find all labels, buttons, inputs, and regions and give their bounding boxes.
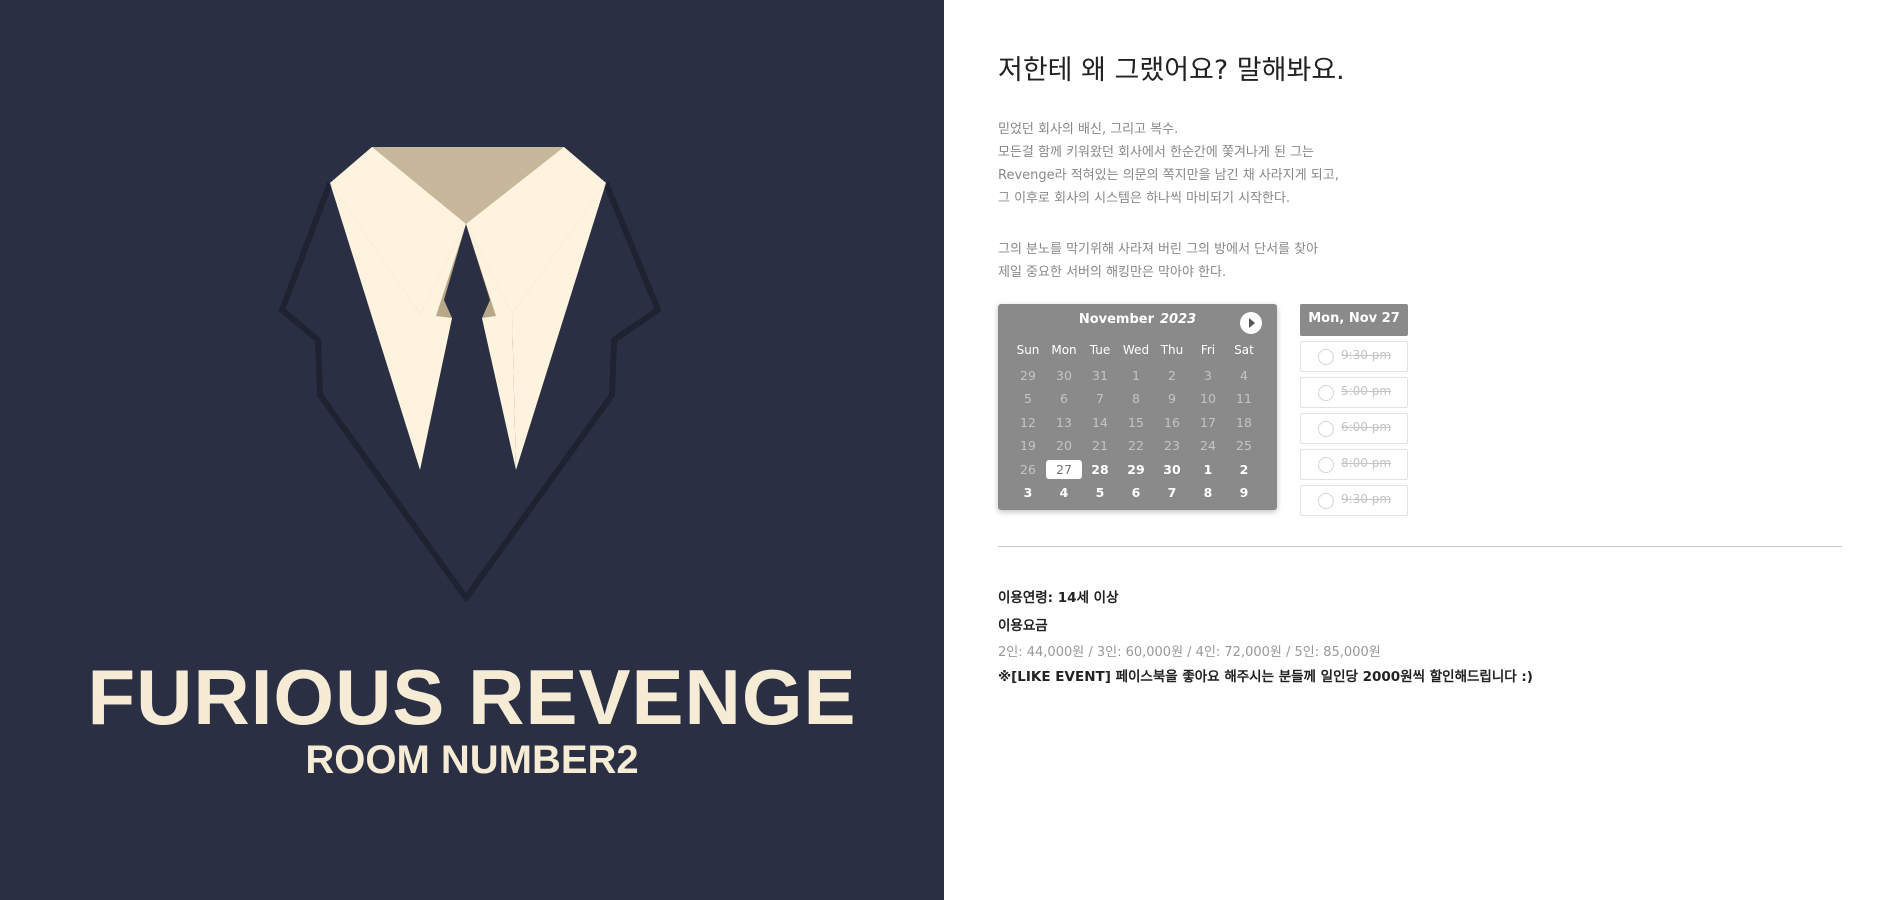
calendar-day-disabled: 18 <box>1236 414 1252 430</box>
calendar-day-disabled: 22 <box>1128 438 1144 453</box>
calendar-day-disabled: 7 <box>1096 391 1104 406</box>
calendar-day-disabled: 19 <box>1020 438 1036 453</box>
calendar-day-disabled: 15 <box>1128 414 1144 430</box>
poster-panel: FURIOUS REVENGE ROOM NUMBER2 <box>0 0 944 900</box>
calendar-day-disabled: 16 <box>1164 414 1180 430</box>
calendar-day[interactable]: 28 <box>1082 458 1118 482</box>
time-slot-panel: Mon, Nov 27 9:30 pm 5:00 pm 6:00 pm 8:00 pm… <box>1300 304 1408 516</box>
calendar-day-disabled: 12 <box>1020 414 1036 430</box>
calendar-day[interactable]: 5 <box>1082 481 1118 505</box>
calendar-grid: Sun Mon Tue Wed Thu Fri Sat 29 30 31 1 2 3 4 5 6 7 8 9 10 11… <box>1010 340 1268 505</box>
headline: 저한테 왜 그랬어요? 말해봐요. <box>998 55 1345 86</box>
time-slot-label: 6:00 pm <box>1341 420 1392 434</box>
desc-line: Revenge라 적혀있는 의문의 쪽지만을 남긴 채 사라지게 되고, <box>998 168 1339 183</box>
description-paragraph-2: 그의 분노를 막기위해 사라져 버린 그의 방에서 단서를 찾아 제일 중요한 … <box>998 238 1318 284</box>
weekday-header: Tue <box>1089 343 1111 357</box>
poster-subtitle: ROOM NUMBER2 <box>305 738 639 782</box>
desc-line: 모든걸 함께 키워왔던 회사에서 한순간에 쫓겨나게 된 그는 <box>998 145 1314 160</box>
calendar-day[interactable]: 8 <box>1190 481 1226 505</box>
calendar-day-disabled: 2 <box>1168 367 1176 383</box>
calendar-day-disabled: 10 <box>1200 391 1216 406</box>
next-month-icon[interactable] <box>1240 312 1262 334</box>
calendar-day-selected[interactable]: 27 <box>1046 459 1082 479</box>
poster-title: FURIOUS REVENGE <box>87 653 857 741</box>
weekday-header: Thu <box>1160 343 1184 357</box>
calendar-day-disabled: 31 <box>1092 367 1108 383</box>
calendar-day-disabled: 17 <box>1200 414 1216 430</box>
calendar-day[interactable]: 9 <box>1226 481 1262 505</box>
fee-details: 2인: 44,000원 / 3인: 60,000원 / 4인: 72,000원 … <box>998 645 1381 660</box>
calendar-day-disabled: 6 <box>1060 391 1068 406</box>
calendar-day-disabled: 8 <box>1132 391 1140 406</box>
time-slot-label: 8:00 pm <box>1341 456 1392 470</box>
time-slot-label: 9:30 pm <box>1341 492 1392 506</box>
age-requirement: 이용연령: 14세 이상 <box>998 590 1119 606</box>
calendar-day-disabled: 29 <box>1020 367 1036 383</box>
time-slot-disabled: 9:30 pm <box>1300 341 1408 372</box>
calendar-day-disabled: 13 <box>1056 414 1072 430</box>
weekday-header: Fri <box>1200 343 1216 357</box>
calendar-day[interactable]: 30 <box>1154 458 1190 482</box>
time-slot-disabled: 9:30 pm <box>1300 485 1408 516</box>
calendar-month: November <box>1078 312 1154 327</box>
calendar-day-disabled: 11 <box>1236 391 1252 406</box>
calendar-day-disabled: 9 <box>1168 391 1176 406</box>
time-slot-disabled: 6:00 pm <box>1300 413 1408 444</box>
calendar-day[interactable]: 1 <box>1190 458 1226 482</box>
radio-circle-icon <box>1318 385 1334 401</box>
calendar-day-disabled: 5 <box>1024 391 1032 406</box>
time-slot-list: 9:30 pm 5:00 pm 6:00 pm 8:00 pm 9:30 pm <box>1300 341 1408 516</box>
calendar-day-disabled: 20 <box>1056 438 1072 453</box>
calendar-day-disabled: 24 <box>1200 438 1216 453</box>
fee-label: 이용요금 <box>998 618 1048 634</box>
calendar-day-disabled: 3 <box>1204 367 1212 383</box>
calendar-day-disabled: 26 <box>1020 461 1036 477</box>
desc-line: 그 이후로 회사의 시스템은 하나씩 마비되기 시작한다. <box>998 191 1291 206</box>
calendar-day-disabled: 30 <box>1056 367 1072 383</box>
desc-line: 믿었던 회사의 배신, 그리고 복수. <box>998 122 1179 137</box>
calendar-day-disabled: 1 <box>1132 367 1140 383</box>
radio-circle-icon <box>1318 349 1334 365</box>
calendar-month-header: November 2023 <box>998 312 1277 327</box>
calendar-day-disabled: 4 <box>1240 367 1248 383</box>
time-slot-label: 9:30 pm <box>1341 348 1392 362</box>
radio-circle-icon <box>1318 493 1334 509</box>
weekday-header: Wed <box>1122 343 1150 357</box>
radio-circle-icon <box>1318 457 1334 473</box>
time-slot-label: 5:00 pm <box>1341 384 1392 398</box>
calendar-day[interactable]: 4 <box>1046 481 1082 505</box>
calendar-day[interactable]: 29 <box>1118 458 1154 482</box>
time-slot-disabled: 5:00 pm <box>1300 377 1408 408</box>
calendar-day[interactable]: 2 <box>1226 458 1262 482</box>
selected-date-label: Mon, Nov 27 <box>1300 304 1408 336</box>
radio-circle-icon <box>1318 421 1334 437</box>
weekday-header: Mon <box>1051 343 1077 357</box>
time-slot-disabled: 8:00 pm <box>1300 449 1408 480</box>
calendar-day[interactable]: 3 <box>1010 481 1046 505</box>
date-picker-calendar: November 2023 Sun Mon Tue Wed Thu Fri Sat 29 30 31… <box>998 304 1277 510</box>
calendar-day[interactable]: 7 <box>1154 481 1190 505</box>
weekday-header: Sat <box>1234 343 1254 357</box>
calendar-day[interactable]: 6 <box>1118 481 1154 505</box>
weekday-header: Sun <box>1016 343 1040 357</box>
desc-line: 제일 중요한 서버의 해킹만은 막아야 한다. <box>998 265 1227 280</box>
calendar-day-disabled: 14 <box>1092 414 1108 430</box>
calendar-day-disabled: 21 <box>1092 438 1108 453</box>
divider <box>998 546 1842 547</box>
calendar-year: 2023 <box>1160 312 1197 327</box>
calendar-day-disabled: 25 <box>1236 438 1252 453</box>
calendar-day-disabled: 23 <box>1164 438 1180 453</box>
description-paragraph-1: 믿었던 회사의 배신, 그리고 복수. 모든걸 함께 키워왔던 회사에서 한순간… <box>998 118 1339 210</box>
like-event-notice: ※[LIKE EVENT] 페이스북을 좋아요 해주시는 분들께 일인당 200… <box>998 669 1533 685</box>
desc-line: 그의 분노를 막기위해 사라져 버린 그의 방에서 단서를 찾아 <box>998 242 1319 257</box>
